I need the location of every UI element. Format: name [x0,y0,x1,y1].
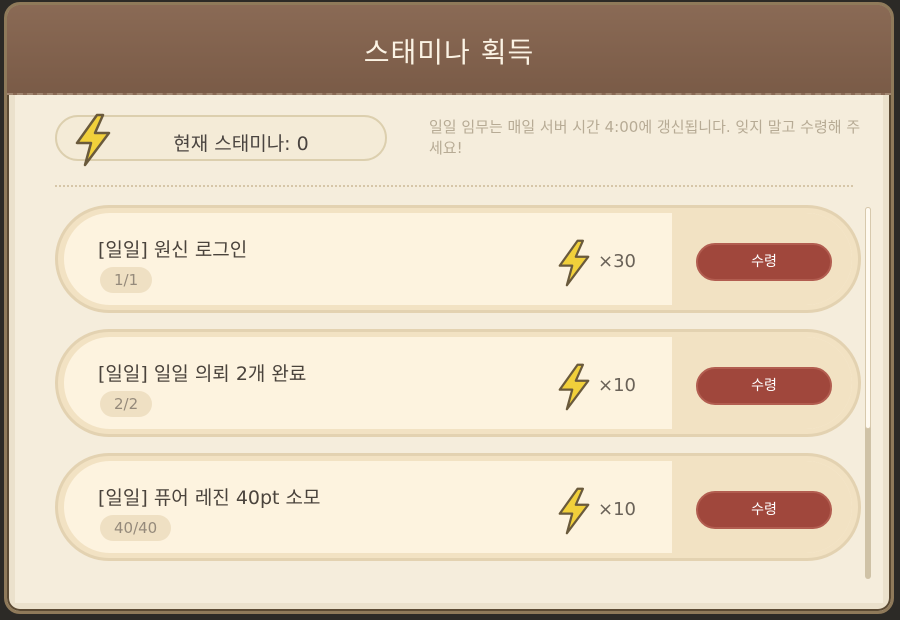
lightning-bolt-icon [554,487,594,539]
task-progress: 2/2 [100,391,153,417]
task-list[interactable]: [일일] 원신 로그인 1/1 ×30 수령 [일일] 일일 의뢰 2개 완료 … [55,205,861,603]
lightning-bolt-icon [554,239,594,291]
task-item: [일일] 일일 의뢰 2개 완료 2/2 ×10 수령 [55,329,861,437]
task-progress: 40/40 [100,515,172,541]
dialog-title: 스태미나 획득 [363,36,535,69]
reward-quantity: ×10 [598,375,636,396]
current-stamina-display: 현재 스태미나: 0 [55,113,387,167]
claim-button[interactable]: 수령 [696,491,832,529]
lightning-bolt-icon [554,363,594,415]
task-title: [일일] 퓨어 레진 40pt 소모 [98,487,321,509]
daily-reset-notice: 일일 임무는 매일 서버 시간 4:00에 갱신됩니다. 잊지 말고 수령해 주… [429,118,861,157]
claim-button[interactable]: 수령 [696,243,832,281]
reward-quantity: ×30 [598,251,636,272]
claim-button[interactable]: 수령 [696,367,832,405]
task-card: [일일] 원신 로그인 1/1 ×30 수령 [64,213,852,305]
task-title: [일일] 원신 로그인 [98,239,248,261]
task-card: [일일] 일일 의뢰 2개 완료 2/2 ×10 수령 [64,337,852,429]
dialog-header: 스태미나 획득 [7,5,891,95]
scroll-thumb[interactable] [865,207,871,429]
task-progress: 1/1 [100,267,153,293]
task-card: [일일] 퓨어 레진 40pt 소모 40/40 ×10 수령 [64,461,852,553]
current-stamina-text: 현재 스태미나: 0 [173,133,309,155]
scrollbar[interactable] [865,207,871,579]
reward-quantity: ×10 [598,499,636,520]
stamina-dialog: 스태미나 획득 현재 스태미나: 0 일일 임무는 매일 서버 시간 4:00에… [4,2,894,614]
task-item: [일일] 원신 로그인 1/1 ×30 수령 [55,205,861,313]
dialog-content: 현재 스태미나: 0 일일 임무는 매일 서버 시간 4:00에 갱신됩니다. … [15,95,883,603]
task-title: [일일] 일일 의뢰 2개 완료 [98,363,307,385]
divider [55,185,853,187]
task-item: [일일] 퓨어 레진 40pt 소모 40/40 ×10 수령 [55,453,861,561]
